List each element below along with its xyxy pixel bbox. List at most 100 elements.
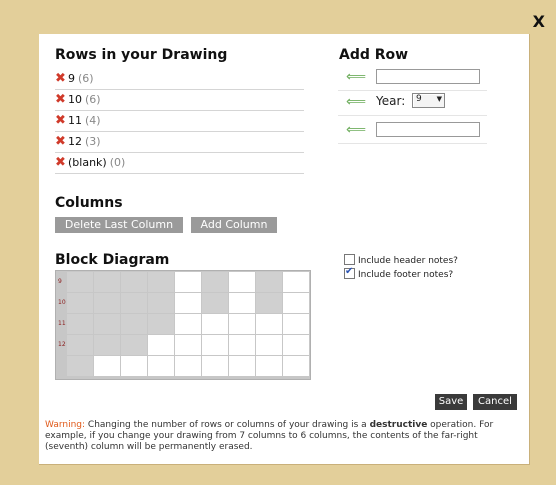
add-row-after-input[interactable] bbox=[376, 122, 480, 137]
block-cell bbox=[201, 292, 229, 314]
block-row-label: 10 bbox=[58, 299, 66, 306]
block-cell bbox=[93, 334, 121, 356]
warning-text: Warning: Changing the number of rows or … bbox=[45, 420, 523, 453]
block-cell bbox=[174, 334, 202, 356]
block-cell bbox=[228, 334, 256, 356]
close-button[interactable]: X bbox=[533, 12, 545, 31]
rows-section-title: Rows in your Drawing bbox=[55, 47, 228, 63]
header-notes-label: Include header notes? bbox=[358, 256, 458, 266]
delete-icon[interactable]: ✖ bbox=[55, 132, 66, 152]
block-cell bbox=[174, 313, 202, 335]
block-cell bbox=[120, 292, 148, 314]
block-cell bbox=[228, 355, 256, 377]
row-item: ✖ 11 (4) bbox=[55, 111, 304, 132]
row-label: 12 bbox=[68, 135, 82, 148]
block-cell bbox=[93, 355, 121, 377]
year-label: Year: bbox=[376, 94, 406, 108]
block-cell bbox=[201, 355, 229, 377]
row-label: 10 bbox=[68, 93, 82, 106]
columns-title: Columns bbox=[55, 195, 123, 211]
add-column-button[interactable]: Add Column bbox=[191, 217, 277, 233]
block-row-label: 12 bbox=[58, 341, 66, 348]
block-cell bbox=[174, 292, 202, 314]
block-cell bbox=[201, 334, 229, 356]
row-count: (6) bbox=[78, 72, 94, 85]
delete-last-column-button[interactable]: Delete Last Column bbox=[55, 217, 183, 233]
delete-icon[interactable]: ✖ bbox=[55, 111, 66, 131]
block-cell bbox=[93, 313, 121, 335]
header-notes-checkbox[interactable] bbox=[344, 254, 355, 265]
warning-text-before: Changing the number of rows or columns o… bbox=[85, 420, 370, 430]
block-cell bbox=[201, 313, 229, 335]
block-row-label: 9 bbox=[58, 278, 62, 285]
block-cell bbox=[66, 292, 94, 314]
edit-drawing-dialog: Rows in your Drawing ✖ 9 (6) ✖ 10 (6) ✖ 11 (4) ✖ 1… bbox=[39, 34, 530, 465]
block-cell bbox=[255, 271, 283, 293]
add-row-title: Add Row bbox=[339, 47, 409, 63]
row-item: ✖ 10 (6) bbox=[55, 90, 304, 111]
footer-notes-checkbox[interactable] bbox=[344, 266, 355, 279]
block-cell bbox=[147, 313, 175, 335]
footer-notes-option[interactable]: Include footer notes? bbox=[344, 266, 454, 280]
left-arrow-icon[interactable]: ⟸ bbox=[346, 95, 366, 109]
year-select-value: 9 bbox=[416, 94, 422, 104]
block-cell bbox=[282, 271, 310, 293]
block-cell bbox=[201, 271, 229, 293]
add-row-before-input[interactable] bbox=[376, 69, 480, 84]
row-count: (3) bbox=[85, 135, 101, 148]
cancel-button[interactable]: Cancel bbox=[473, 394, 517, 410]
left-arrow-icon[interactable]: ⟸ bbox=[346, 123, 366, 137]
block-cell bbox=[255, 292, 283, 314]
year-select[interactable]: 9 ▼ bbox=[412, 93, 445, 108]
block-cell bbox=[120, 334, 148, 356]
row-item: ✖ 9 (6) bbox=[55, 69, 304, 90]
warning-label: Warning: bbox=[45, 420, 86, 430]
block-cell bbox=[228, 292, 256, 314]
block-cell bbox=[66, 313, 94, 335]
delete-icon[interactable]: ✖ bbox=[55, 153, 66, 173]
add-row-top-line: ⟸ bbox=[338, 66, 487, 91]
block-cell bbox=[282, 292, 310, 314]
block-cell bbox=[93, 292, 121, 314]
block-cell bbox=[93, 271, 121, 293]
block-cell bbox=[120, 271, 148, 293]
block-cell bbox=[147, 334, 175, 356]
row-item: ✖ (blank) (0) bbox=[55, 153, 304, 174]
row-label: 11 bbox=[68, 114, 82, 127]
block-cell bbox=[147, 292, 175, 314]
delete-icon[interactable]: ✖ bbox=[55, 69, 66, 89]
left-arrow-icon[interactable]: ⟸ bbox=[346, 70, 366, 84]
block-cell bbox=[120, 355, 148, 377]
block-cell bbox=[255, 313, 283, 335]
row-label: (blank) bbox=[68, 156, 107, 169]
block-cell bbox=[228, 313, 256, 335]
block-diagram-title: Block Diagram bbox=[55, 252, 170, 268]
block-cell bbox=[282, 355, 310, 377]
block-cell bbox=[282, 334, 310, 356]
block-cell bbox=[66, 271, 94, 293]
block-cell bbox=[66, 334, 94, 356]
block-cell bbox=[147, 355, 175, 377]
add-row-year-line: ⟸ Year: 9 ▼ bbox=[338, 91, 487, 116]
row-count: (0) bbox=[109, 156, 126, 169]
block-cell bbox=[255, 334, 283, 356]
chevron-down-icon: ▼ bbox=[436, 95, 442, 103]
warning-emphasis: destructive bbox=[369, 420, 428, 430]
block-cell bbox=[66, 355, 94, 377]
add-row-bottom-line: ⟸ bbox=[338, 119, 487, 144]
delete-icon[interactable]: ✖ bbox=[55, 90, 66, 110]
save-button[interactable]: Save bbox=[435, 394, 467, 410]
block-cell bbox=[174, 271, 202, 293]
block-cell bbox=[147, 271, 175, 293]
block-cell bbox=[228, 271, 256, 293]
row-count: (6) bbox=[85, 93, 101, 106]
row-count: (4) bbox=[85, 114, 101, 127]
row-label: 9 bbox=[68, 72, 75, 85]
block-row-label: 11 bbox=[58, 320, 66, 327]
footer-notes-label: Include footer notes? bbox=[358, 270, 454, 280]
block-cell bbox=[255, 355, 283, 377]
block-cell bbox=[282, 313, 310, 335]
block-diagram-grid: 9 10 11 12 bbox=[55, 270, 311, 380]
block-cell bbox=[120, 313, 148, 335]
header-notes-option[interactable]: Include header notes? bbox=[344, 254, 458, 266]
